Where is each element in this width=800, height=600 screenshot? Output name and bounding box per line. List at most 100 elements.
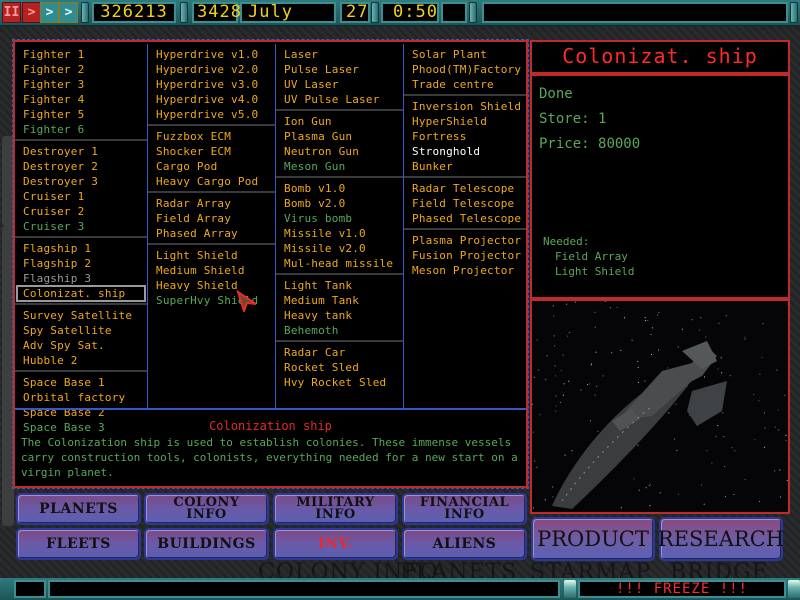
- colony-info-button[interactable]: COLONY INFO: [144, 493, 269, 525]
- inventory-item[interactable]: Meson Gun: [276, 159, 403, 174]
- star: [758, 400, 760, 402]
- inventory-item[interactable]: Missile v2.0: [276, 241, 403, 256]
- month-display: July: [240, 2, 336, 23]
- star: [651, 354, 652, 355]
- inventory-item[interactable]: Bomb v2.0: [276, 196, 403, 211]
- inventory-item[interactable]: Bomb v1.0: [276, 181, 403, 196]
- inventory-item[interactable]: Orbital factory: [15, 390, 147, 405]
- inventory-item[interactable]: Cruiser 2: [15, 204, 147, 219]
- inventory-item[interactable]: Radar Telescope: [404, 181, 526, 196]
- inventory-item[interactable]: Trade centre: [404, 77, 526, 92]
- inventory-item[interactable]: Inversion Shield: [404, 99, 526, 114]
- inventory-item[interactable]: Shocker ECM: [148, 144, 275, 159]
- star: [723, 436, 725, 438]
- inventory-item[interactable]: Cruiser 1: [15, 189, 147, 204]
- inventory-item[interactable]: Field Telescope: [404, 196, 526, 211]
- inventory-item[interactable]: Spy Satellite: [15, 323, 147, 338]
- inventory-item[interactable]: Fighter 6: [15, 122, 147, 137]
- inventory-item[interactable]: UV Laser: [276, 77, 403, 92]
- inventory-item[interactable]: Rocket Sled: [276, 360, 403, 375]
- inventory-item[interactable]: Cargo Pod: [148, 159, 275, 174]
- star: [631, 339, 633, 341]
- inventory-item[interactable]: Field Array: [148, 211, 275, 226]
- inventory-item[interactable]: Hyperdrive v1.0: [148, 47, 275, 62]
- store-value: 1: [598, 111, 607, 127]
- item-price: Price: 80000: [539, 132, 781, 157]
- inventory-button[interactable]: INV.: [273, 528, 398, 560]
- inventory-item[interactable]: HyperShield: [404, 114, 526, 129]
- inventory-item[interactable]: Cruiser 3: [15, 219, 147, 234]
- star: [645, 487, 647, 489]
- inventory-item[interactable]: Stronghold: [404, 144, 526, 159]
- freeze-message: !!! FREEZE !!!: [578, 580, 786, 598]
- inventory-item[interactable]: Destroyer 3: [15, 174, 147, 189]
- inventory-item[interactable]: Meson Projector: [404, 263, 526, 278]
- inventory-item[interactable]: Phased Telescope: [404, 211, 526, 226]
- inventory-item[interactable]: Fuzzbox ECM: [148, 129, 275, 144]
- inventory-item[interactable]: Hubble 2: [15, 353, 147, 368]
- inventory-item[interactable]: Phased Array: [148, 226, 275, 241]
- inventory-item[interactable]: Heavy Cargo Pod: [148, 174, 275, 189]
- inventory-item[interactable]: Light Tank: [276, 278, 403, 293]
- inventory-item[interactable]: Fighter 1: [15, 47, 147, 62]
- inventory-item[interactable]: Neutron Gun: [276, 144, 403, 159]
- inventory-item[interactable]: Survey Satellite: [15, 308, 147, 323]
- inventory-item[interactable]: Bunker: [404, 159, 526, 174]
- inventory-item[interactable]: Phood(TM)Factory: [404, 62, 526, 77]
- star: [637, 444, 639, 446]
- fleets-button[interactable]: FLEETS: [16, 528, 141, 560]
- military-info-button[interactable]: MILITARY INFO: [273, 493, 398, 525]
- fast-forward-button[interactable]: >: [40, 2, 59, 23]
- play-button[interactable]: >: [22, 2, 41, 23]
- inventory-item[interactable]: Virus bomb: [276, 211, 403, 226]
- inventory-item[interactable]: Space Base 1: [15, 375, 147, 390]
- inventory-item[interactable]: UV Pulse Laser: [276, 92, 403, 107]
- inventory-item[interactable]: Missile v1.0: [276, 226, 403, 241]
- inventory-item[interactable]: Destroyer 2: [15, 159, 147, 174]
- inventory-item[interactable]: Ion Gun: [276, 114, 403, 129]
- inventory-item[interactable]: Fusion Projector: [404, 248, 526, 263]
- inventory-item[interactable]: Fighter 2: [15, 62, 147, 77]
- inventory-item[interactable]: Heavy tank: [276, 308, 403, 323]
- aliens-button[interactable]: ALIENS: [402, 528, 527, 560]
- inventory-item[interactable]: Plasma Gun: [276, 129, 403, 144]
- inventory-item[interactable]: Mul-head missile: [276, 256, 403, 271]
- planets-button[interactable]: PLANETS: [16, 493, 141, 525]
- inventory-item[interactable]: Flagship 3: [15, 271, 147, 286]
- inventory-item[interactable]: Fighter 4: [15, 92, 147, 107]
- indicator-light: [564, 580, 576, 598]
- financial-info-button[interactable]: FINANCIAL INFO: [402, 493, 527, 525]
- inventory-item[interactable]: Fighter 3: [15, 77, 147, 92]
- button-label: INFO: [186, 507, 227, 522]
- inventory-item[interactable]: Hyperdrive v4.0: [148, 92, 275, 107]
- inventory-item[interactable]: Hyperdrive v2.0: [148, 62, 275, 77]
- inventory-item[interactable]: Radar Array: [148, 196, 275, 211]
- inventory-item[interactable]: Radar Car: [276, 345, 403, 360]
- inventory-item[interactable]: Behemoth: [276, 323, 403, 338]
- inventory-item[interactable]: Fortress: [404, 129, 526, 144]
- star: [562, 394, 564, 396]
- inventory-item[interactable]: Solar Plant: [404, 47, 526, 62]
- inventory-item[interactable]: Medium Tank: [276, 293, 403, 308]
- inventory-item[interactable]: Fighter 5: [15, 107, 147, 122]
- inventory-item[interactable]: Light Shield: [148, 248, 275, 263]
- fastest-forward-button[interactable]: >: [59, 2, 78, 23]
- inventory-item[interactable]: Hvy Rocket Sled: [276, 375, 403, 390]
- inventory-item[interactable]: Colonizat. ship: [16, 285, 146, 302]
- inventory-item[interactable]: Hyperdrive v3.0: [148, 77, 275, 92]
- inventory-item[interactable]: Laser: [276, 47, 403, 62]
- inventory-item[interactable]: Adv Spy Sat.: [15, 338, 147, 353]
- inventory-item[interactable]: Flagship 2: [15, 256, 147, 271]
- inventory-item[interactable]: Medium Shield: [148, 263, 275, 278]
- inventory-item[interactable]: Destroyer 1: [15, 144, 147, 159]
- inventory-item[interactable]: Hyperdrive v5.0: [148, 107, 275, 122]
- star: [658, 312, 660, 313]
- buildings-button[interactable]: BUILDINGS: [144, 528, 269, 560]
- pause-button[interactable]: II: [2, 2, 21, 23]
- inventory-item[interactable]: Flagship 1: [15, 241, 147, 256]
- inventory-item[interactable]: Pulse Laser: [276, 62, 403, 77]
- research-button[interactable]: RESEARCH: [658, 517, 784, 561]
- star: [536, 466, 538, 468]
- product-button[interactable]: PRODUCT: [531, 517, 655, 561]
- inventory-item[interactable]: Plasma Projector: [404, 233, 526, 248]
